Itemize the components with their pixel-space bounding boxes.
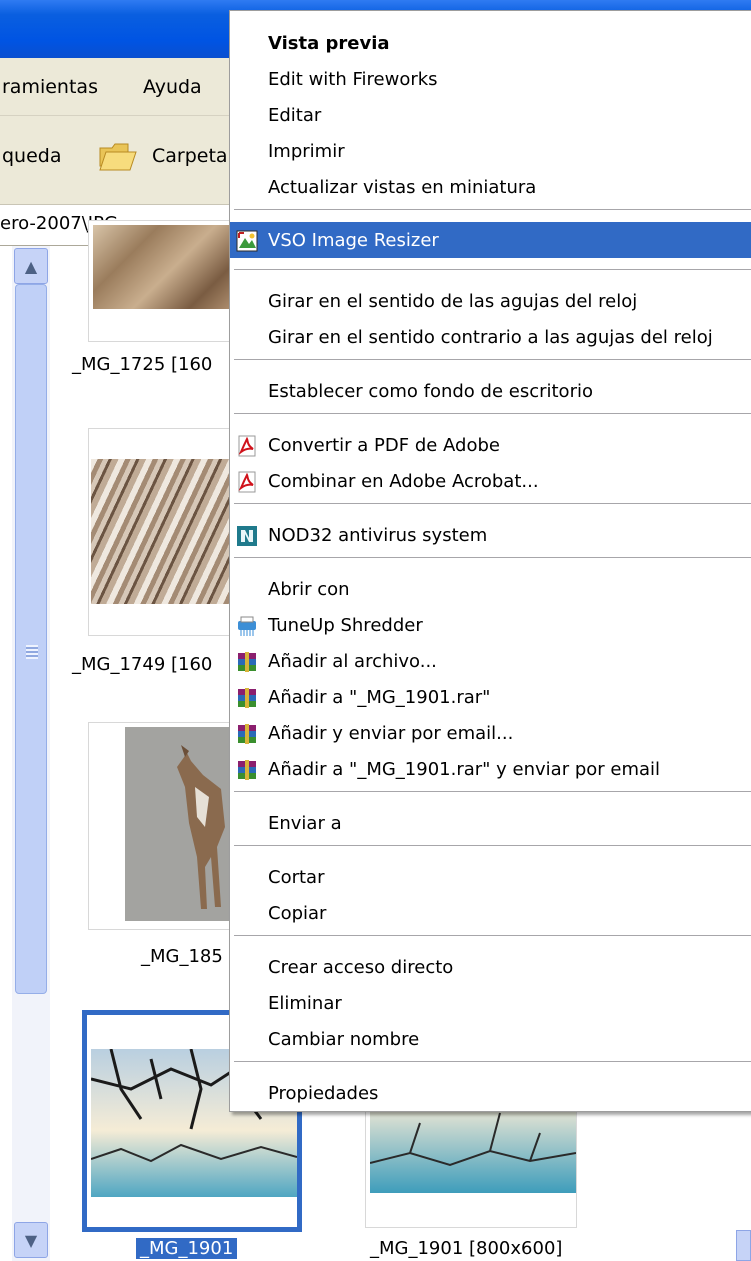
winrar-icon bbox=[236, 759, 258, 781]
menu-separator bbox=[234, 935, 751, 936]
toolbar-busqueda-label[interactable]: queda bbox=[2, 145, 62, 167]
pdf-icon bbox=[236, 471, 258, 493]
pdf-icon bbox=[236, 435, 258, 457]
scroll-down-button[interactable]: ▼ bbox=[14, 1222, 48, 1258]
menu-item-propiedades[interactable]: Propiedades bbox=[230, 1075, 751, 1111]
menu-item-eliminar[interactable]: Eliminar bbox=[230, 985, 751, 1021]
menu-item-anadir-enviar-email[interactable]: Añadir y enviar por email... bbox=[230, 715, 751, 751]
menu-item-convertir-pdf[interactable]: Convertir a PDF de Adobe bbox=[230, 427, 751, 463]
thumbnail-image bbox=[91, 459, 234, 604]
thumbnail-caption[interactable]: _MG_1901 [800x600] bbox=[370, 1238, 562, 1259]
folders-icon[interactable] bbox=[98, 140, 138, 172]
thumbnail-image bbox=[93, 225, 233, 309]
vso-resizer-icon bbox=[236, 230, 258, 252]
menu-item-girar-horario[interactable]: Girar en el sentido de las agujas del re… bbox=[230, 283, 751, 319]
vertical-scrollbar[interactable]: ▲ ▼ bbox=[12, 246, 50, 1261]
menu-separator bbox=[234, 557, 751, 558]
menu-item-girar-antihorario[interactable]: Girar en el sentido contrario a las aguj… bbox=[230, 319, 751, 355]
right-pane-scroll-button[interactable] bbox=[736, 1230, 751, 1261]
thumbnail-caption-selected[interactable]: _MG_1901 bbox=[136, 1238, 238, 1259]
thumbnail-5[interactable] bbox=[365, 1100, 577, 1228]
menu-item-edit-with-fireworks[interactable]: Edit with Fireworks bbox=[230, 61, 751, 97]
shredder-icon bbox=[236, 615, 258, 637]
thumbnail-caption[interactable]: _MG_185 bbox=[141, 946, 223, 967]
thumbnail-caption[interactable]: _MG_1749 [160 bbox=[72, 654, 212, 675]
toolbar-carpetas-label[interactable]: Carpeta bbox=[152, 145, 228, 167]
grip-icon bbox=[26, 645, 38, 659]
nod32-icon bbox=[236, 525, 258, 547]
menu-separator bbox=[234, 503, 751, 504]
menu-item-cambiar-nombre[interactable]: Cambiar nombre bbox=[230, 1021, 751, 1057]
scroll-thumb[interactable] bbox=[15, 284, 47, 994]
context-menu: Vista previa Edit with Fireworks Editar … bbox=[229, 10, 751, 1112]
menu-ayuda[interactable]: Ayuda bbox=[143, 76, 202, 98]
menu-item-anadir-rar-enviar-email[interactable]: Añadir a "_MG_1901.rar" y enviar por ema… bbox=[230, 751, 751, 787]
menu-item-crear-acceso-directo[interactable]: Crear acceso directo bbox=[230, 949, 751, 985]
menu-separator bbox=[234, 413, 751, 414]
menu-item-imprimir[interactable]: Imprimir bbox=[230, 133, 751, 169]
scroll-up-button[interactable]: ▲ bbox=[14, 248, 48, 284]
thumbnail-caption[interactable]: _MG_1725 [160 bbox=[72, 354, 212, 375]
menu-separator bbox=[234, 845, 751, 846]
thumbnail-image bbox=[125, 727, 234, 921]
winrar-icon bbox=[236, 723, 258, 745]
menu-item-nod32[interactable]: NOD32 antivirus system bbox=[230, 517, 751, 553]
menu-separator bbox=[234, 269, 751, 270]
menu-item-combinar-acrobat[interactable]: Combinar en Adobe Acrobat... bbox=[230, 463, 751, 499]
menu-item-vso-image-resizer[interactable]: VSO Image Resizer bbox=[230, 222, 751, 258]
thumbnail-image bbox=[369, 1103, 577, 1193]
menu-item-actualizar-vistas[interactable]: Actualizar vistas en miniatura bbox=[230, 169, 751, 205]
menu-item-vista-previa[interactable]: Vista previa bbox=[230, 25, 751, 61]
menu-separator bbox=[234, 359, 751, 360]
menu-item-editar[interactable]: Editar bbox=[230, 97, 751, 133]
menu-item-establecer-fondo[interactable]: Establecer como fondo de escritorio bbox=[230, 373, 751, 409]
menu-item-cortar[interactable]: Cortar bbox=[230, 859, 751, 895]
menu-item-anadir-a-rar[interactable]: Añadir a "_MG_1901.rar" bbox=[230, 679, 751, 715]
menu-separator bbox=[234, 1061, 751, 1062]
winrar-icon bbox=[236, 687, 258, 709]
menu-item-abrir-con[interactable]: Abrir con bbox=[230, 571, 751, 607]
menu-separator bbox=[234, 209, 751, 210]
thumbnail-3[interactable] bbox=[88, 722, 234, 930]
menu-item-copiar[interactable]: Copiar bbox=[230, 895, 751, 931]
thumbnail-2[interactable] bbox=[88, 428, 234, 636]
menu-item-anadir-archivo[interactable]: Añadir al archivo... bbox=[230, 643, 751, 679]
thumbnail-1[interactable] bbox=[88, 220, 233, 342]
menu-herramientas[interactable]: ramientas bbox=[2, 76, 98, 98]
menu-item-tuneup-shredder[interactable]: TuneUp Shredder bbox=[230, 607, 751, 643]
menu-item-enviar-a[interactable]: Enviar a bbox=[230, 805, 751, 841]
menu-separator bbox=[234, 791, 751, 792]
winrar-icon bbox=[236, 651, 258, 673]
